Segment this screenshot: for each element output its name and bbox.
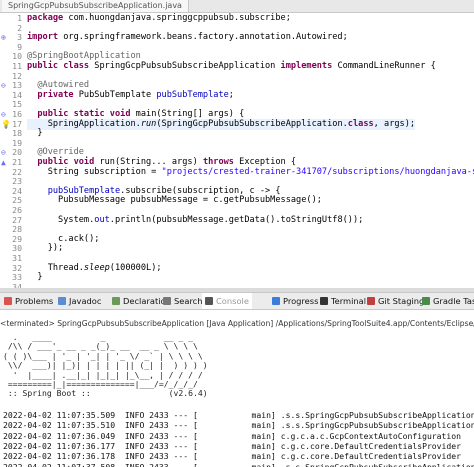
problems-icon — [4, 297, 12, 305]
javadoc-icon — [58, 297, 66, 305]
console-output[interactable]: . ____ _ __ _ _ /\\ / ___'_ __ _ _(_)_ _… — [0, 330, 474, 467]
editor-tab[interactable]: SpringGcpPubsubSubscribeApplication.java — [2, 0, 189, 12]
code-token: }); — [27, 243, 64, 254]
tab-label: Javadoc — [69, 296, 102, 306]
code-token: (SpringGcpPubsubSubscribeApplication. — [156, 118, 348, 129]
tab-label: Gradle Tasks — [433, 296, 474, 306]
gradle-tasks-icon — [422, 297, 430, 305]
code-token: PubSubTemplate — [78, 89, 157, 100]
console-header: <terminated> SpringGcpPubsubSubscribeApp… — [0, 319, 474, 328]
code-token: @Override — [27, 147, 84, 158]
code-token: void — [73, 157, 100, 167]
code-token: .println(pubsubMessage.getData().toStrin… — [109, 214, 364, 225]
code-token: com.huongdanjava.springgcppubsub.subscri… — [68, 13, 291, 23]
code-token: SpringApplication. — [27, 118, 141, 129]
code-token: PubsubMessage pubsubMessage = c.getPubsu… — [27, 195, 322, 206]
tab-git-staging[interactable]: Git Staging — [367, 293, 424, 309]
code-token: private — [27, 89, 79, 100]
tab-problems[interactable]: Problems — [4, 293, 53, 309]
code-token: SpringGcpPubsubSubscribeApplication — [94, 61, 281, 71]
code-token: run(String... args) — [99, 157, 203, 167]
code-token: public — [27, 61, 64, 71]
code-token: void — [109, 109, 136, 119]
code-token: Thread. — [27, 262, 84, 273]
editor-tab-bar: SpringGcpPubsubSubscribeApplication.java — [0, 0, 474, 13]
tab-terminal[interactable]: Terminal — [320, 293, 366, 309]
declaration-icon — [112, 297, 120, 305]
code-token: implements — [280, 61, 338, 71]
code-token: (100000L); — [109, 262, 162, 273]
code-token: out — [94, 214, 110, 225]
code-token: org.springframework.beans.factory.annota… — [63, 32, 348, 43]
views-tab-bar: Problems Javadoc Declaration Search Console P… — [0, 292, 474, 310]
tab-label: Progress — [283, 296, 319, 306]
code-token: , args); — [373, 118, 416, 129]
tab-console[interactable]: Console — [202, 293, 252, 309]
code-token: public — [27, 157, 74, 167]
code-token: pubSubTemplate — [156, 89, 229, 100]
code-token: ; — [228, 89, 234, 100]
code-token: main(String[] args) { — [135, 109, 245, 119]
log-line: 2022-04-02 11:07:36.178 INFO 2433 --- [ … — [3, 451, 474, 462]
code-token: @Autowired — [27, 80, 90, 91]
code-token: static — [73, 109, 110, 119]
code-token: } — [27, 272, 43, 283]
tab-label: Search — [174, 296, 203, 306]
console-icon — [205, 297, 213, 305]
code-token: throws — [202, 157, 240, 167]
code-token: class — [347, 118, 374, 129]
code-token: .subscribe(subscription, c -> { — [120, 185, 281, 196]
code-token: "projects/crested-trainer-341707/subscri… — [161, 166, 474, 177]
code-token: CommandLineRunner { — [337, 61, 436, 71]
tab-label: Git Staging — [378, 296, 425, 306]
log-line: 2022-04-02 11:07:35.510 INFO 2433 --- [ … — [3, 420, 474, 431]
tab-progress[interactable]: Progress — [272, 293, 318, 309]
code-token: run — [140, 118, 157, 129]
log-line: 2022-04-02 11:07:37.508 INFO 2433 --- [ … — [3, 461, 474, 467]
code-token: pubSubTemplate — [47, 185, 121, 196]
tab-label: Terminal — [331, 296, 367, 306]
code-token: c.ack(); — [27, 233, 100, 244]
log-line: 2022-04-02 11:07:35.509 INFO 2433 --- [ … — [3, 409, 474, 420]
code-token: package — [27, 13, 69, 23]
code-token: String subscription = — [27, 166, 162, 177]
progress-icon — [272, 297, 280, 305]
code-token: sleep — [83, 262, 110, 273]
tab-search[interactable]: Search — [163, 293, 203, 309]
tab-label: Console — [216, 296, 249, 306]
git-staging-icon — [367, 297, 375, 305]
code-token: import — [27, 32, 64, 43]
log-line: 2022-04-02 11:07:36.049 INFO 2433 --- [ … — [3, 430, 474, 441]
terminal-icon — [320, 297, 328, 305]
code-token: class — [63, 61, 95, 71]
spring-banner-line: :: Spring Boot :: (v2.6.4) — [3, 388, 208, 399]
tab-javadoc[interactable]: Javadoc — [58, 293, 101, 309]
tab-label: Problems — [15, 296, 54, 306]
code-token: } — [27, 128, 43, 139]
code-token: Exception { — [239, 157, 297, 167]
code-token: @SpringBootApplication — [27, 51, 141, 62]
tab-gradle-tasks[interactable]: Gradle Tasks — [422, 293, 474, 309]
code-token: System. — [27, 214, 95, 225]
code-editor[interactable]: 1 package com.huongdanjava.springgcppubsu… — [0, 13, 474, 290]
code-token: public — [27, 109, 74, 119]
log-line: 2022-04-02 11:07:36.177 INFO 2433 --- [ … — [3, 441, 474, 451]
search-icon — [163, 297, 171, 305]
